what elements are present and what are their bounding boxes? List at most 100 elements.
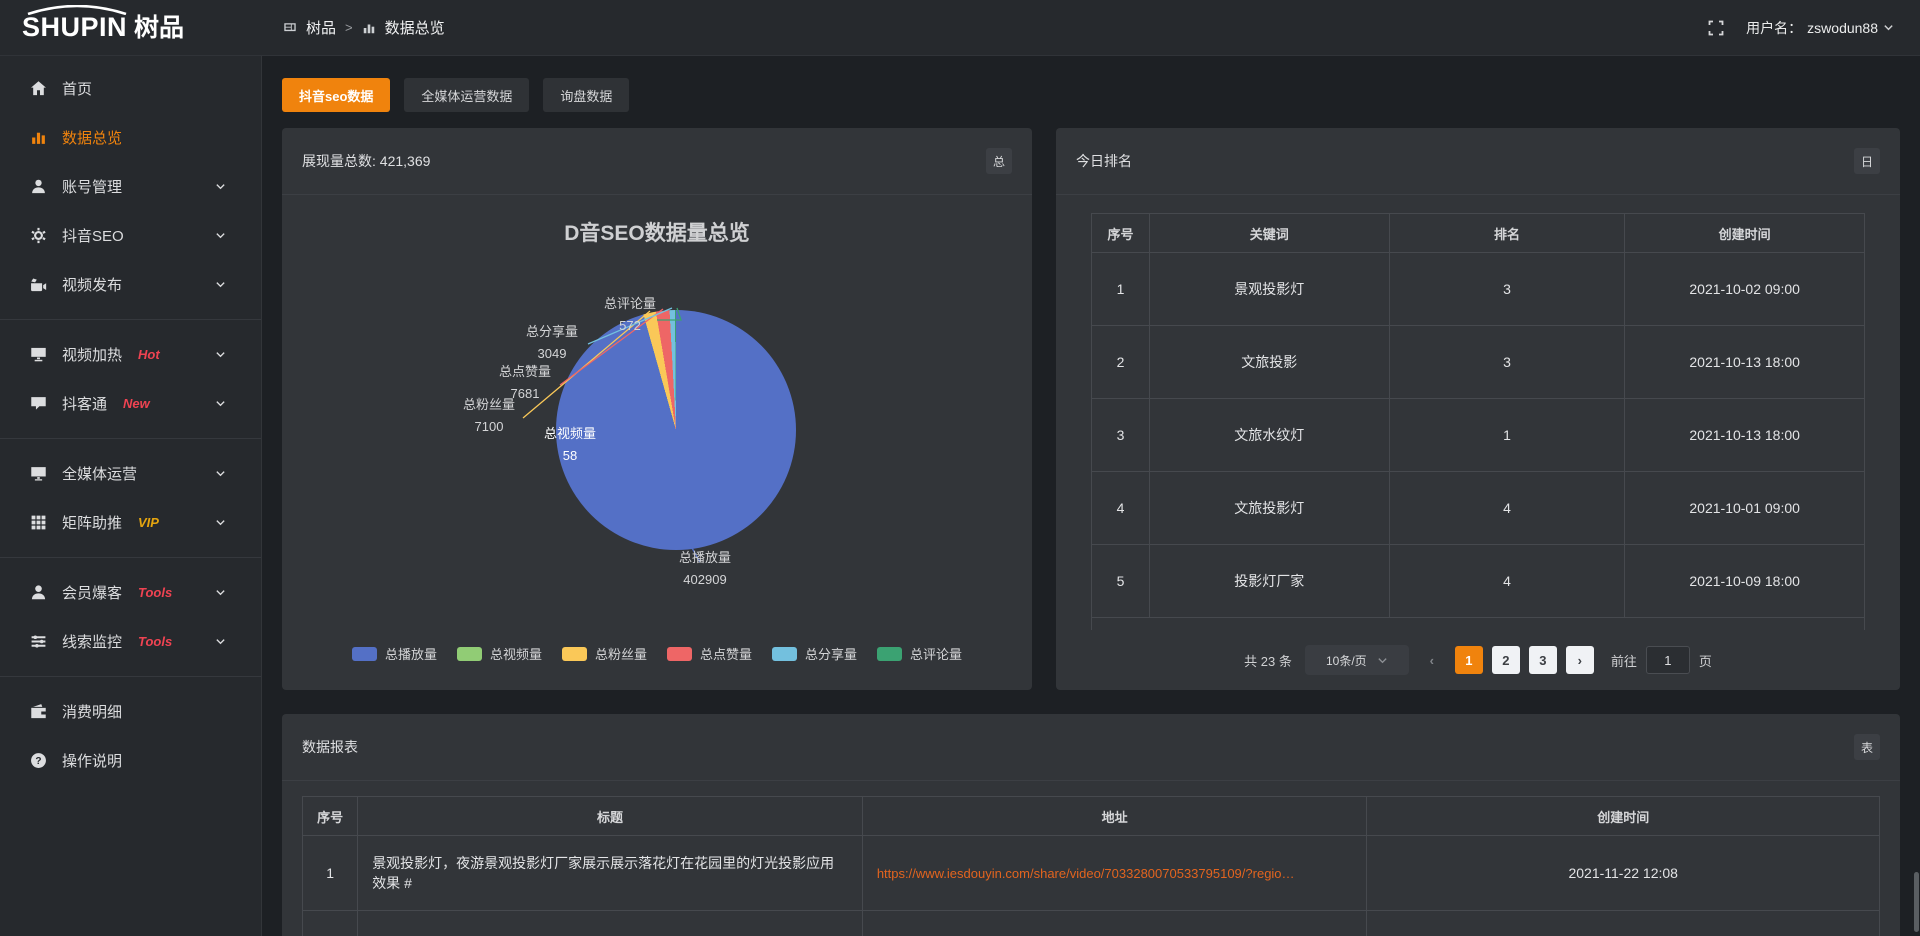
ranking-cell: 景观投影灯 xyxy=(1149,253,1389,326)
ranking-table-row: 1景观投影灯32021-10-02 09:00 xyxy=(1092,253,1865,326)
legend-chip xyxy=(667,647,692,661)
ranking-header-row: 序号关键词排名创建时间 xyxy=(1092,214,1865,253)
legend-item-0[interactable]: 总播放量 xyxy=(352,644,437,663)
sidebar-divider xyxy=(0,438,261,439)
report-cell-title: 景观投影灯，夜游景观投影灯厂家展示展示落花灯在花园里的灯光投影应用效果 # xyxy=(358,836,863,911)
sidebar-item-douyin-seo[interactable]: 抖音SEO xyxy=(0,211,261,260)
fullscreen-icon[interactable] xyxy=(1708,20,1724,36)
sidebar-item-video-publish[interactable]: 视频发布 xyxy=(0,260,261,309)
sidebar-item-douketong[interactable]: 抖客通New xyxy=(0,379,261,428)
ranking-cell: 2021-10-01 09:00 xyxy=(1625,472,1865,545)
page-button-1[interactable]: 1 xyxy=(1455,646,1483,674)
sidebar-item-label: 线索监控 xyxy=(62,631,122,652)
ranking-card-header: 今日排名 日 xyxy=(1056,128,1900,195)
sidebar-badge-matrix-boost: VIP xyxy=(138,515,159,530)
legend-chip xyxy=(352,647,377,661)
gear-icon xyxy=(30,227,47,244)
report-column-header: 标题 xyxy=(358,797,863,836)
chevron-down-icon xyxy=(1377,655,1388,666)
tab-inquiry-data[interactable]: 询盘数据 xyxy=(543,78,629,112)
logo: SHUPIN 树品 xyxy=(0,14,262,41)
sidebar-item-label: 抖音SEO xyxy=(62,225,124,246)
tab-bar: 抖音seo数据全媒体运营数据询盘数据 xyxy=(282,56,1900,112)
report-column-header: 创建时间 xyxy=(1367,797,1880,836)
total-view-button[interactable]: 总 xyxy=(986,148,1012,174)
page-size-select[interactable]: 10条/页 xyxy=(1305,645,1409,675)
sidebar-item-member-boom[interactable]: 会员爆客Tools xyxy=(0,568,261,617)
breadcrumb-separator: > xyxy=(345,20,353,35)
ranking-table-row: 3文旅水纹灯12021-10-13 18:00 xyxy=(1092,399,1865,472)
ranking-cell: 5 xyxy=(1092,545,1150,618)
page-button-2[interactable]: 2 xyxy=(1492,646,1520,674)
chat-icon xyxy=(30,395,47,412)
sidebar-item-account[interactable]: 账号管理 xyxy=(0,162,261,211)
bar-chart-icon xyxy=(30,129,47,146)
scrollbar-thumb[interactable] xyxy=(1914,872,1919,932)
sidebar-item-label: 会员爆客 xyxy=(62,582,122,603)
chart-card-header: 展现量总数: 421,369 总 xyxy=(282,128,1032,195)
sliders-icon xyxy=(30,633,47,650)
table-view-button[interactable]: 表 xyxy=(1854,734,1880,760)
ranking-column-header: 创建时间 xyxy=(1625,214,1865,253)
tab-douyin-seo-data[interactable]: 抖音seo数据 xyxy=(282,78,390,112)
report-cell-url: https://www.iesdouyin.com/share/video/70… xyxy=(862,836,1367,911)
goto-unit: 页 xyxy=(1699,651,1712,670)
legend-item-1[interactable]: 总视频量 xyxy=(457,644,542,663)
ranking-column-header: 序号 xyxy=(1092,214,1150,253)
report-table-row: 1景观投影灯，夜游景观投影灯厂家展示展示落花灯在花园里的灯光投影应用效果 # ht… xyxy=(303,836,1880,911)
dashboard-icon xyxy=(283,21,297,35)
pagination-total: 共 23 条 xyxy=(1244,651,1292,670)
ranking-cell: 文旅投影灯 xyxy=(1149,472,1389,545)
chevron-down-icon xyxy=(215,636,226,647)
daily-view-button[interactable]: 日 xyxy=(1854,148,1880,174)
report-card: 数据报表 表 序号标题地址创建时间1景观投影灯，夜游景观投影灯厂家展示展示落花灯… xyxy=(282,714,1900,936)
chevron-down-icon xyxy=(215,349,226,360)
logo-arc xyxy=(24,5,130,15)
ranking-cell: 投影灯厂家 xyxy=(1149,545,1389,618)
report-header-row: 序号标题地址创建时间 xyxy=(303,797,1880,836)
legend-label: 总分享量 xyxy=(805,644,857,663)
legend-chip xyxy=(877,647,902,661)
sidebar-item-label: 操作说明 xyxy=(62,750,122,771)
page-scrollbar[interactable] xyxy=(1913,56,1919,936)
legend-label: 总播放量 xyxy=(385,644,437,663)
report-card-header: 数据报表 表 xyxy=(282,714,1900,781)
legend-item-3[interactable]: 总点赞量 xyxy=(667,644,752,663)
chart-card: 展现量总数: 421,369 总 D音SEO数据量总览 总播放量402909总视… xyxy=(282,128,1032,690)
sidebar-item-data-overview[interactable]: 数据总览 xyxy=(0,113,261,162)
chevron-down-icon xyxy=(215,517,226,528)
sidebar-item-matrix-boost[interactable]: 矩阵助推VIP xyxy=(0,498,261,547)
legend-item-2[interactable]: 总粉丝量 xyxy=(562,644,647,663)
next-page-button[interactable]: › xyxy=(1566,646,1594,674)
sidebar-item-label: 数据总览 xyxy=(62,127,122,148)
ranking-cell: 文旅水纹灯 xyxy=(1149,399,1389,472)
legend-chip xyxy=(457,647,482,661)
sidebar-badge-douketong: New xyxy=(123,396,150,411)
goto-page-input[interactable] xyxy=(1646,646,1690,674)
prev-page-button[interactable]: ‹ xyxy=(1418,646,1446,674)
legend-item-5[interactable]: 总评论量 xyxy=(877,644,962,663)
page-button-3[interactable]: 3 xyxy=(1529,646,1557,674)
user-menu[interactable]: 用户名： zswodun88 xyxy=(1746,18,1894,38)
sidebar-item-media-ops[interactable]: 全媒体运营 xyxy=(0,449,261,498)
pie-label-value: 402909 xyxy=(635,569,775,591)
ranking-cell: 3 xyxy=(1389,326,1625,399)
sidebar-item-video-heat[interactable]: 视频加热Hot xyxy=(0,330,261,379)
sidebar-item-home[interactable]: 首页 xyxy=(0,64,261,113)
bar-chart-icon xyxy=(362,21,376,35)
sidebar-item-consume[interactable]: 消费明细 xyxy=(0,687,261,736)
pie-chart-area: D音SEO数据量总览 总播放量402909总视频量58总粉丝量7100总点赞量7… xyxy=(282,195,1032,689)
wallet-icon xyxy=(30,703,47,720)
sidebar-item-label: 视频发布 xyxy=(62,274,122,295)
legend-chip xyxy=(772,647,797,661)
pie-label-value: 58 xyxy=(500,445,640,467)
chevron-down-icon xyxy=(215,279,226,290)
report-column-header: 地址 xyxy=(862,797,1367,836)
sidebar-item-guide[interactable]: ?操作说明 xyxy=(0,736,261,785)
report-cell-index: 1 xyxy=(303,836,358,911)
sidebar-item-clue-monitor[interactable]: 线索监控Tools xyxy=(0,617,261,666)
tab-media-ops-data[interactable]: 全媒体运营数据 xyxy=(404,78,529,112)
legend-item-4[interactable]: 总分享量 xyxy=(772,644,857,663)
video-link[interactable]: https://www.iesdouyin.com/share/video/70… xyxy=(877,866,1353,881)
breadcrumb-root[interactable]: 树品 xyxy=(306,17,336,38)
